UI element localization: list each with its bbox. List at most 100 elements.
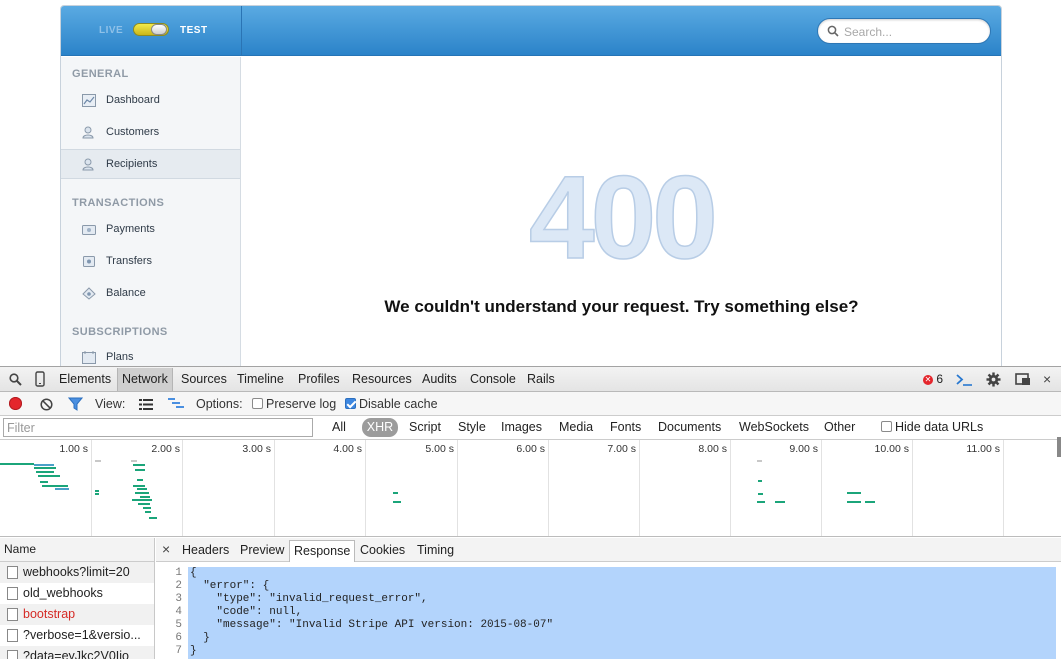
filter-other[interactable]: Other xyxy=(824,420,855,434)
waterfall-bar xyxy=(133,485,145,487)
filter-input[interactable] xyxy=(3,418,313,437)
tab-network[interactable]: Network xyxy=(117,368,173,391)
filter-documents[interactable]: Documents xyxy=(658,420,721,434)
test-mode-label[interactable]: TEST xyxy=(180,25,208,36)
sidebar-item-dashboard[interactable]: Dashboard xyxy=(61,86,240,116)
timeline-scrollbar[interactable] xyxy=(1057,437,1061,457)
tab-preview[interactable]: Preview xyxy=(240,543,284,557)
sidebar-item-plans[interactable]: Plans xyxy=(61,343,240,366)
request-row[interactable]: ?verbose=1&versio... xyxy=(0,625,154,646)
waterfall-bar xyxy=(865,501,875,503)
tab-resources[interactable]: Resources xyxy=(352,372,412,386)
tab-response[interactable]: Response xyxy=(289,540,356,562)
app-frame: LIVE TEST GENERAL Dashboard Customers xyxy=(60,5,1002,366)
device-mode-icon[interactable] xyxy=(35,371,45,387)
request-name: bootstrap xyxy=(23,607,76,621)
error-counter[interactable]: ✕ 6 xyxy=(923,372,943,386)
line-number: 3 xyxy=(175,593,182,605)
waterfall-bar xyxy=(393,501,401,503)
filter-funnel-icon[interactable] xyxy=(68,397,83,411)
tab-sources[interactable]: Sources xyxy=(181,372,227,386)
inspect-search-icon[interactable] xyxy=(9,373,22,386)
line-number: 6 xyxy=(175,632,182,644)
request-name-column: Name webhooks?limit=20 old_webhooks boot… xyxy=(0,538,155,659)
timeline-tick: 8.00 s xyxy=(698,443,727,455)
sidebar-item-label: Plans xyxy=(106,351,134,363)
request-row-selected[interactable]: bootstrap xyxy=(0,604,154,625)
tab-profiles[interactable]: Profiles xyxy=(298,372,340,386)
search-input[interactable] xyxy=(844,23,984,40)
name-column-header[interactable]: Name xyxy=(0,538,154,562)
close-detail-icon[interactable]: × xyxy=(162,541,170,557)
network-overview-timeline[interactable]: 1.00 s 2.00 s 3.00 s 4.00 s 5.00 s 6.00 … xyxy=(0,440,1061,537)
sidebar-item-payments[interactable]: Payments xyxy=(61,215,240,245)
hide-data-urls-label: Hide data URLs xyxy=(895,420,984,434)
sidebar-item-label: Balance xyxy=(106,287,146,299)
tab-timeline[interactable]: Timeline xyxy=(237,372,284,386)
preserve-log-checkbox[interactable]: Preserve log xyxy=(252,397,336,411)
hide-data-urls-box[interactable] xyxy=(881,421,892,432)
timeline-gridline xyxy=(91,440,92,536)
tab-cookies[interactable]: Cookies xyxy=(360,543,405,557)
error-icon: ✕ xyxy=(923,375,933,385)
preserve-log-box[interactable] xyxy=(252,398,263,409)
waterfall-bar xyxy=(143,507,151,509)
filter-style[interactable]: Style xyxy=(458,420,486,434)
disable-cache-box[interactable] xyxy=(345,398,356,409)
sidebar-item-label: Dashboard xyxy=(106,94,160,106)
waterfall-bar xyxy=(132,499,152,501)
sidebar-item-balance[interactable]: Balance xyxy=(61,279,240,309)
response-body[interactable]: 1 2 3 4 5 6 7 { "error": { "type": "inva… xyxy=(156,563,1061,659)
tab-headers[interactable]: Headers xyxy=(182,543,229,557)
settings-gear-icon[interactable] xyxy=(986,372,1001,387)
live-test-toggle[interactable] xyxy=(133,23,169,36)
timeline-gridline xyxy=(821,440,822,536)
record-button[interactable] xyxy=(9,397,22,410)
sidebar-item-transfers[interactable]: Transfers xyxy=(61,247,240,277)
waterfall-bar xyxy=(757,460,762,462)
sidebar-item-recipients[interactable]: Recipients xyxy=(61,149,240,179)
tab-timing[interactable]: Timing xyxy=(417,543,454,557)
request-row[interactable]: old_webhooks xyxy=(0,583,154,604)
clear-icon[interactable] xyxy=(40,398,53,411)
tab-elements[interactable]: Elements xyxy=(59,372,111,386)
filter-fonts[interactable]: Fonts xyxy=(610,420,641,434)
sidebar-section-subscriptions: SUBSCRIPTIONS xyxy=(72,326,168,338)
tab-audits[interactable]: Audits xyxy=(422,372,457,386)
live-mode-label[interactable]: LIVE xyxy=(99,25,123,36)
hide-data-urls-checkbox[interactable]: Hide data URLs xyxy=(881,420,983,434)
timeline-gridline xyxy=(639,440,640,536)
devtools-tab-bar: Elements Network Sources Timeline Profil… xyxy=(0,367,1061,392)
tab-console[interactable]: Console xyxy=(470,372,516,386)
sidebar-section-transactions: TRANSACTIONS xyxy=(72,197,165,209)
filter-script[interactable]: Script xyxy=(409,420,441,434)
waterfall-bar xyxy=(0,463,34,465)
disable-cache-checkbox[interactable]: Disable cache xyxy=(345,397,438,411)
request-row[interactable]: ?data=eyJkc2V0Ijo xyxy=(0,646,154,659)
waterfall-bar xyxy=(135,469,145,471)
line-number: 5 xyxy=(175,619,182,631)
sidebar-item-customers[interactable]: Customers xyxy=(61,118,240,148)
large-rows-icon[interactable] xyxy=(139,399,153,410)
request-name: ?data=eyJkc2V0Ijo xyxy=(23,649,129,659)
request-row[interactable]: webhooks?limit=20 xyxy=(0,562,154,583)
search-box[interactable] xyxy=(817,18,991,44)
close-devtools-icon[interactable]: × xyxy=(1043,371,1051,387)
timeline-gridline xyxy=(365,440,366,536)
timeline-tick: 9.00 s xyxy=(789,443,818,455)
toggle-knob[interactable] xyxy=(151,24,167,35)
timeline-tick: 10.00 s xyxy=(874,443,909,455)
filter-images[interactable]: Images xyxy=(501,420,542,434)
waterfall-overview-icon[interactable] xyxy=(168,398,184,411)
console-drawer-icon[interactable] xyxy=(955,373,973,386)
waterfall-bar xyxy=(137,488,147,490)
filter-media[interactable]: Media xyxy=(559,420,593,434)
document-icon xyxy=(7,608,18,621)
filter-websockets[interactable]: WebSockets xyxy=(739,420,809,434)
timeline-gridline xyxy=(1003,440,1004,536)
tab-rails[interactable]: Rails xyxy=(527,372,555,386)
filter-all[interactable]: All xyxy=(332,420,346,434)
dock-side-icon[interactable] xyxy=(1015,373,1031,386)
filter-xhr[interactable]: XHR xyxy=(362,418,398,437)
timeline-tick: 6.00 s xyxy=(516,443,545,455)
